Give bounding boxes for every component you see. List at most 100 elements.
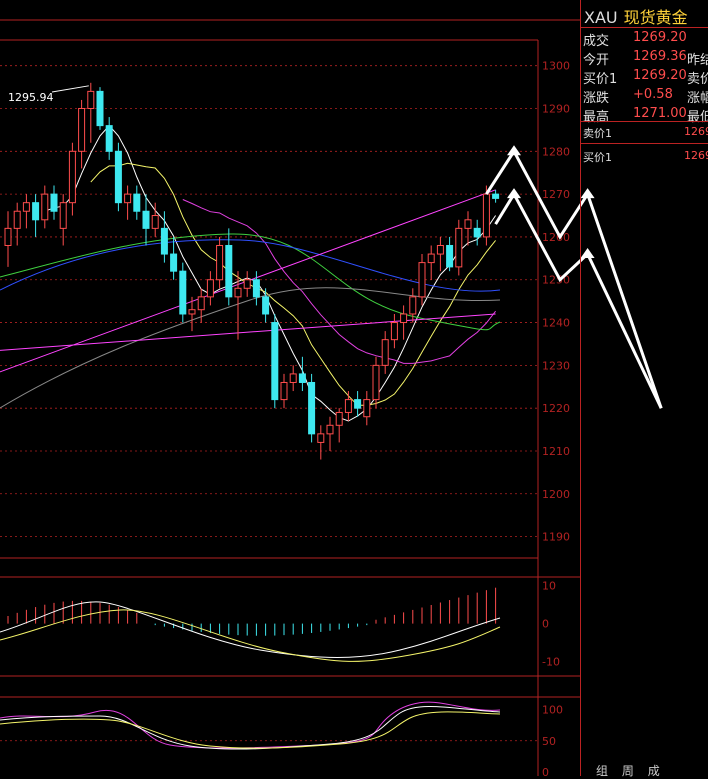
candle-body [335,411,343,426]
candle-body [197,296,205,311]
symbol-name: 现货黄金 [623,8,688,27]
kd-d-line [0,711,501,749]
y-tick-label: 1270 [542,188,570,201]
candle-body [400,313,408,324]
quote-row-bid: 买价1 1269.20 卖价 [581,68,708,87]
macd-tick-label: 10 [542,580,556,593]
candle-body [427,253,435,264]
macd-dif-line [0,601,501,658]
orderbook-label: 卖价1 [583,127,612,140]
candle-body [68,150,76,204]
orderbook-bid: 买价1 1269 [581,149,708,165]
candle-body [492,193,500,199]
candle-body [418,262,426,298]
divider [581,27,708,28]
candle-body [234,287,242,298]
candle-body [160,227,168,255]
divider [581,143,708,144]
macd-indicator [0,587,501,662]
y-tick-label: 1190 [542,531,570,544]
quote-label-2: 最低 [687,110,708,125]
candle-body [50,193,58,212]
quote-label: 最高 [583,110,610,125]
kd-tick-label: 100 [542,704,563,717]
candle-body [317,433,325,443]
high-marker-leader [51,85,89,93]
candle-body [87,90,95,109]
quote-value: 1269.20 [633,68,687,83]
candle-body [473,227,481,238]
candle-body [105,125,113,152]
candle-body [22,202,30,212]
y-tick-label: 1220 [542,402,570,415]
symbol-code: XAU [584,8,618,27]
candle-body [298,373,306,383]
footer-tabs[interactable]: 组 周 成 [596,762,670,779]
quote-header: XAU 现货黄金 [581,4,688,27]
candle-body [151,215,159,229]
quote-row-change: 涨跌 +0.58 涨幅 [581,87,708,106]
orderbook-value: 1269 [684,149,708,162]
y-tick-label: 1230 [542,359,570,372]
candle-body [289,373,297,383]
quote-panel: XAU 现货黄金 成交 1269.20 今开 1269.36 昨结 买价1 126… [580,0,708,776]
divider [581,121,708,122]
y-tick-label: 1260 [542,231,570,244]
trend-line [0,313,496,351]
candle-body [13,210,21,229]
candle-body [216,244,224,281]
quote-label: 今开 [583,53,610,68]
quote-label-2: 昨结 [687,53,708,68]
quote-label: 涨跌 [583,91,610,106]
candle-body [409,296,417,315]
y-tick-label: 1240 [542,317,570,330]
candle-body [252,279,260,298]
candle-body [179,270,187,315]
candle-body [271,322,279,401]
kd-tick-label: 0 [542,766,549,776]
y-tick-label: 1250 [542,274,570,287]
quote-value: 1271.00 [633,106,687,121]
axis-labels: 1300 1290 1280 1270 1260 1250 1240 1230 1220 1210… [8,60,570,776]
candle-body [363,399,371,418]
y-tick-label: 1200 [542,488,570,501]
candle-body [280,381,288,401]
candle-body [344,399,352,413]
candle-body [225,244,233,298]
candle-body [188,309,196,315]
candle-body [372,364,380,401]
candle-body [464,219,472,229]
macd-tick-label: 0 [542,618,549,631]
candle-body [436,244,444,255]
candle-body [381,339,389,366]
candle-body [243,279,251,289]
quote-label: 买价1 [583,72,618,87]
ma-line [44,124,497,422]
orderbook-ask: 卖价1 1269 [581,125,708,141]
orderbook-value: 1269 [684,125,708,138]
quote-value: 1269.36 [633,49,687,64]
candle-body [142,210,150,229]
kline-chart[interactable]: 1300 1290 1280 1270 1260 1250 1240 1230 1220 1210… [0,0,580,776]
macd-dea-line [0,609,501,662]
high-marker-label: 1295.94 [8,91,54,104]
quote-label: 成交 [583,34,610,49]
candle-body [78,107,86,152]
orderbook-label: 买价1 [583,151,612,164]
quote-row-last: 成交 1269.20 [581,30,708,49]
quote-label-2: 涨幅 [687,91,708,106]
candle-body [390,322,398,341]
candle-body [446,244,454,268]
quote-row-high: 最高 1271.00 最低 [581,106,708,125]
quote-label-2: 卖价 [687,72,708,87]
macd-tick-label: -10 [542,656,560,669]
kd-tick-label: 50 [542,735,556,748]
candle-body [170,253,178,272]
candle-body [206,279,214,298]
candle-body [124,193,132,204]
candle-body [114,150,122,204]
quote-value: 1269.20 [633,30,687,45]
candle-body [96,90,104,127]
kd-indicator [0,701,538,750]
y-tick-label: 1290 [542,102,570,115]
